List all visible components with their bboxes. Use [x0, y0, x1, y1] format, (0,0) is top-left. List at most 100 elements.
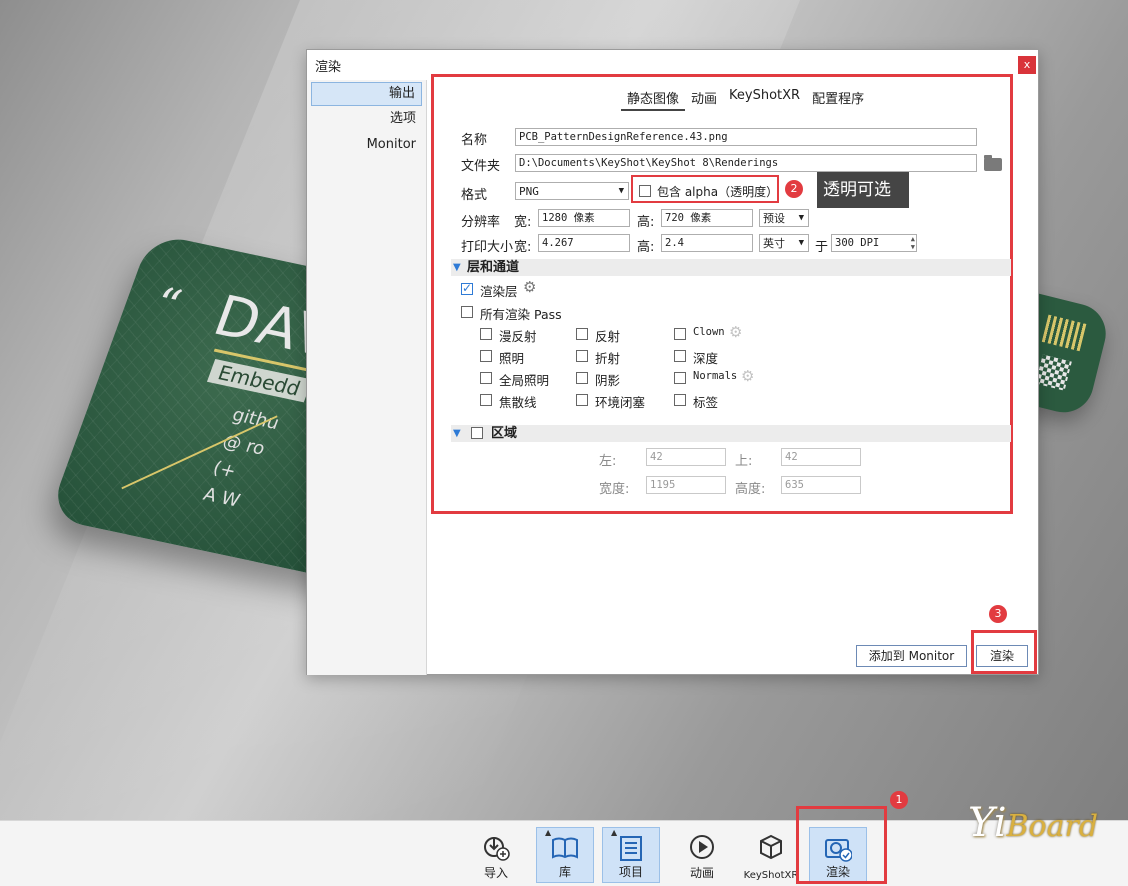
- toolbar-keyshotxr-button[interactable]: KeyShotXR: [742, 827, 800, 883]
- unit-select-value: 英寸: [763, 237, 785, 250]
- height-label: 高:: [637, 215, 655, 230]
- import-icon: [484, 837, 510, 861]
- play-circle-icon: [690, 835, 714, 859]
- region-height-input[interactable]: 635: [781, 476, 861, 494]
- render-button[interactable]: 渲染: [976, 645, 1028, 667]
- gear-icon[interactable]: ⚙: [741, 367, 754, 385]
- all-passes-checkbox[interactable]: [461, 306, 473, 318]
- dpi-input[interactable]: 300 DPI ▲ ▼: [831, 234, 917, 252]
- watermark-sub: Board: [1006, 809, 1099, 844]
- pass-label: 折射: [595, 351, 621, 366]
- tab-keyshotxr[interactable]: KeyShotXR: [723, 86, 806, 111]
- yiboard-watermark-logo: YiBoard: [968, 800, 1098, 846]
- pass-checkbox-shadow[interactable]: [576, 372, 588, 384]
- region-section-header[interactable]: ▼ 区域: [451, 425, 1011, 442]
- pass-label: Normals: [693, 370, 738, 382]
- tab-configurator[interactable]: 配置程序: [806, 86, 870, 111]
- sidebar-item-output[interactable]: 输出: [311, 82, 422, 106]
- render-layers-checkbox[interactable]: [461, 281, 473, 295]
- sidebar-item-monitor[interactable]: Monitor: [311, 134, 422, 158]
- annotation-badge-1: 1: [890, 791, 908, 809]
- resolution-label: 分辨率: [461, 215, 501, 230]
- layers-section-header[interactable]: ▼ 层和通道: [451, 259, 1011, 276]
- sidebar-item-options[interactable]: 选项: [311, 108, 422, 132]
- name-label: 名称: [461, 133, 488, 148]
- height-input[interactable]: 720 像素: [661, 209, 753, 227]
- format-label: 格式: [461, 188, 488, 203]
- region-checkbox[interactable]: [471, 427, 483, 439]
- list-icon: [620, 836, 642, 861]
- preset-select[interactable]: 预设 ▼: [759, 209, 809, 227]
- region-top-label: 上:: [735, 454, 753, 469]
- toolbar-label: 导入: [483, 866, 508, 880]
- pass-label: 焦散线: [499, 395, 537, 410]
- pass-label: 阴影: [595, 373, 621, 388]
- pass-checkbox-ambient-occlusion[interactable]: [576, 394, 588, 406]
- pass-checkbox-normals[interactable]: [674, 372, 686, 384]
- close-icon[interactable]: x: [1018, 56, 1036, 74]
- annotation-tooltip: 透明可选: [817, 172, 909, 208]
- dialog-title: 渲染: [315, 60, 342, 75]
- region-width-input[interactable]: 1195: [646, 476, 726, 494]
- region-height-label: 高度:: [735, 482, 766, 497]
- toolbar-import-button[interactable]: 导入: [467, 827, 525, 883]
- spinner-arrows-icon[interactable]: ▲ ▼: [911, 235, 915, 251]
- pass-checkbox-lighting[interactable]: [480, 350, 492, 362]
- chevron-down-icon: ▼: [618, 186, 624, 196]
- pass-label: 深度: [693, 351, 719, 366]
- tab-animation[interactable]: 动画: [685, 86, 723, 111]
- folder-open-icon[interactable]: [984, 155, 1002, 171]
- toolbar-label: KeyShotXR: [743, 870, 799, 881]
- render-layers-label: 渲染层: [480, 284, 518, 299]
- folder-input[interactable]: D:\Documents\KeyShot\KeyShot 8\Rendering…: [515, 154, 977, 172]
- pass-label: 环境闭塞: [595, 395, 646, 410]
- dpi-value: 300 DPI: [835, 237, 880, 249]
- highlight-frame-render-tool: [796, 806, 887, 884]
- print-height-input[interactable]: 2.4: [661, 234, 753, 252]
- watermark-main: Yi: [968, 800, 1007, 846]
- toolbar-library-button[interactable]: ▲ 库: [536, 827, 594, 883]
- at-label: 于: [815, 240, 829, 255]
- unit-select[interactable]: 英寸 ▼: [759, 234, 809, 252]
- width-input[interactable]: 1280 像素: [538, 209, 630, 227]
- pass-checkbox-caustics[interactable]: [480, 394, 492, 406]
- cube-rotate-icon: [760, 834, 782, 860]
- print-size-label: 打印大小: [461, 240, 514, 255]
- region-left-input[interactable]: 42: [646, 448, 726, 466]
- layers-section-title: 层和通道: [467, 260, 520, 275]
- pass-checkbox-reflection[interactable]: [576, 328, 588, 340]
- add-to-monitor-button[interactable]: 添加到 Monitor: [856, 645, 967, 667]
- pass-checkbox-diffuse[interactable]: [480, 328, 492, 340]
- pcb-text-line: githu: [229, 404, 282, 434]
- gear-icon[interactable]: ⚙: [729, 323, 742, 341]
- pass-checkbox-global-illumination[interactable]: [480, 372, 492, 384]
- tab-still-image[interactable]: 静态图像: [621, 86, 686, 111]
- pass-checkbox-clown[interactable]: [674, 328, 686, 340]
- print-height-label: 高:: [637, 240, 655, 255]
- name-input[interactable]: PCB_PatternDesignReference.43.png: [515, 128, 977, 146]
- format-select-value: PNG: [519, 185, 539, 198]
- toolbar-label: 动画: [689, 866, 714, 880]
- toolbar-label: 项目: [618, 865, 643, 879]
- pcb-gold-pins: [1041, 314, 1088, 352]
- gear-icon[interactable]: ⚙: [523, 278, 536, 296]
- all-passes-label: 所有渲染 Pass: [480, 307, 562, 322]
- region-top-input[interactable]: 42: [781, 448, 861, 466]
- print-width-input[interactable]: 4.267: [538, 234, 630, 252]
- format-select[interactable]: PNG ▼: [515, 182, 629, 200]
- qr-code-icon: [1035, 354, 1072, 391]
- pass-label: 全局照明: [499, 373, 550, 388]
- pass-checkbox-depth[interactable]: [674, 350, 686, 362]
- pass-checkbox-refraction[interactable]: [576, 350, 588, 362]
- alpha-checkbox[interactable]: [639, 185, 651, 197]
- chevron-down-icon: ▼: [453, 262, 461, 273]
- toolbar-project-button[interactable]: ▲ 项目: [602, 827, 660, 883]
- pass-checkbox-labels[interactable]: [674, 394, 686, 406]
- tab-bar: 静态图像 动画 KeyShotXR 配置程序: [621, 86, 870, 111]
- toolbar-animation-button[interactable]: 动画: [673, 827, 731, 883]
- book-icon: [552, 837, 578, 859]
- folder-label: 文件夹: [461, 159, 501, 174]
- chevron-down-icon: ▼: [798, 213, 804, 223]
- pass-label: 照明: [499, 351, 525, 366]
- chevron-down-icon: ▼: [453, 428, 461, 439]
